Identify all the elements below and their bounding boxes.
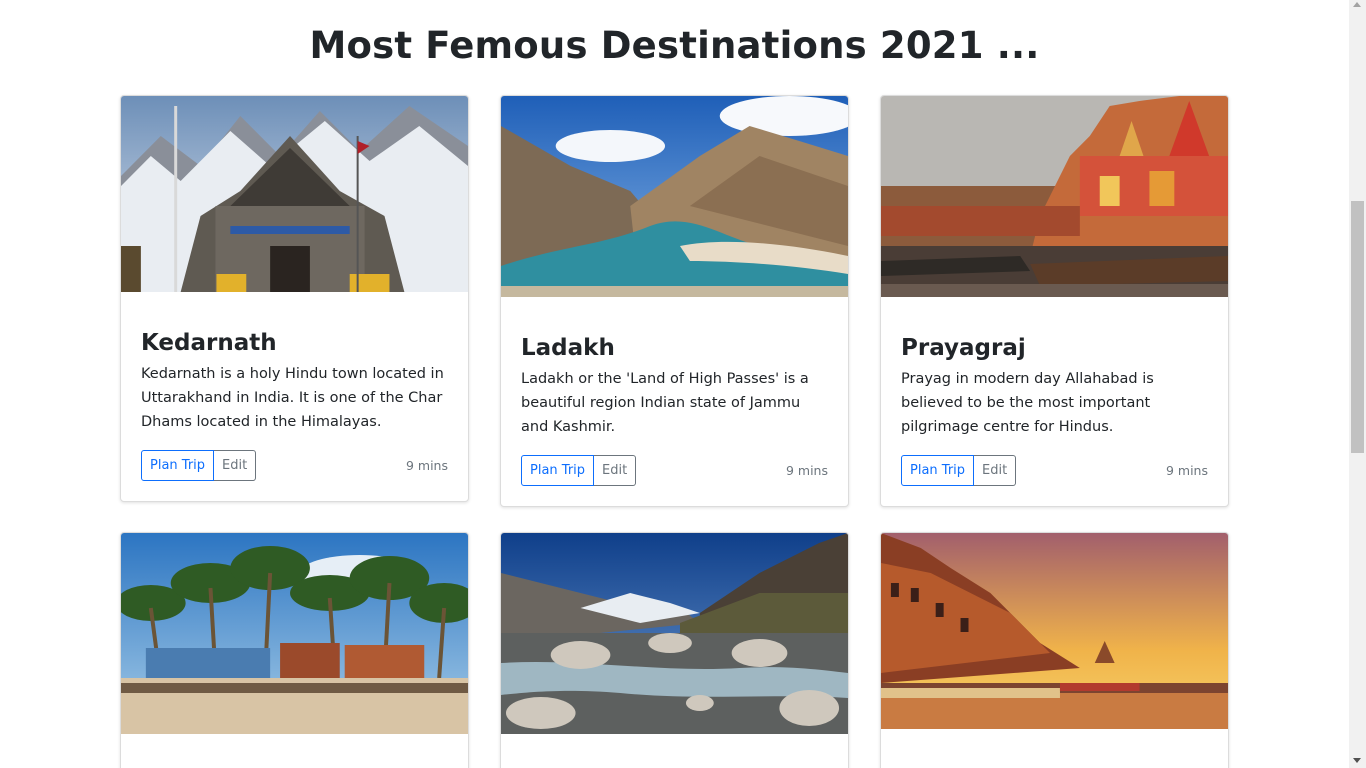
plan-trip-button[interactable]: Plan Trip xyxy=(521,455,595,486)
card-title: Kedarnath xyxy=(141,330,277,356)
goa-beach-palms-photo xyxy=(121,533,468,734)
read-time: 9 mins xyxy=(1165,463,1208,478)
button-group: Plan Trip Edit xyxy=(141,450,257,481)
destination-card-ladakh: Ladakh Ladakh or the 'Land of High Passe… xyxy=(500,95,849,507)
destination-card-kedarnath: Kedarnath Kedarnath is a holy Hindu town… xyxy=(120,95,469,502)
ladakh-river-valley-photo xyxy=(501,96,848,297)
edit-button[interactable]: Edit xyxy=(594,455,637,486)
manali-mountain-river-photo xyxy=(501,533,848,734)
read-time: 9 mins xyxy=(405,458,448,473)
read-time: 9 mins xyxy=(785,463,828,478)
destination-card-6 xyxy=(880,532,1229,768)
card-description: Prayag in modern day Allahabad is believ… xyxy=(901,371,1154,435)
prayagraj-ghats-photo xyxy=(881,96,1228,297)
card-body: Ladakh Ladakh or the 'Land of High Passe… xyxy=(501,333,848,505)
vertical-scrollbar[interactable] xyxy=(1349,0,1366,768)
button-group: Plan Trip Edit xyxy=(901,455,1017,486)
button-group: Plan Trip Edit xyxy=(521,455,637,486)
card-actions: Plan Trip Edit 9 mins xyxy=(141,450,448,500)
destination-card-4 xyxy=(120,532,469,768)
edit-button[interactable]: Edit xyxy=(974,455,1017,486)
scroll-up-arrow-icon[interactable] xyxy=(1353,2,1361,7)
card-body: Prayagraj Prayag in modern day Allahabad… xyxy=(881,333,1228,505)
card-body: Kedarnath Kedarnath is a holy Hindu town… xyxy=(121,328,468,500)
card-title: Prayagraj xyxy=(901,335,1026,361)
card-actions: Plan Trip Edit 9 mins xyxy=(521,455,828,505)
page: Most Femous Destinations 2021 ... Kedarn… xyxy=(0,0,1349,768)
card-description: Ladakh or the 'Land of High Passes' is a… xyxy=(521,371,809,435)
card-description: Kedarnath is a holy Hindu town located i… xyxy=(141,366,444,430)
scroll-down-arrow-icon[interactable] xyxy=(1353,758,1361,763)
varanasi-sunset-ghats-photo xyxy=(881,533,1228,729)
card-actions: Plan Trip Edit 9 mins xyxy=(901,455,1208,505)
kedarnath-temple-photo xyxy=(121,96,468,292)
plan-trip-button[interactable]: Plan Trip xyxy=(901,455,975,486)
scrollbar-thumb[interactable] xyxy=(1351,201,1364,453)
page-title: Most Femous Destinations 2021 ... xyxy=(309,24,1040,67)
destination-card-prayagraj: Prayagraj Prayag in modern day Allahabad… xyxy=(880,95,1229,507)
plan-trip-button[interactable]: Plan Trip xyxy=(141,450,215,481)
destination-card-5 xyxy=(500,532,849,768)
edit-button[interactable]: Edit xyxy=(214,450,257,481)
card-title: Ladakh xyxy=(521,335,615,361)
